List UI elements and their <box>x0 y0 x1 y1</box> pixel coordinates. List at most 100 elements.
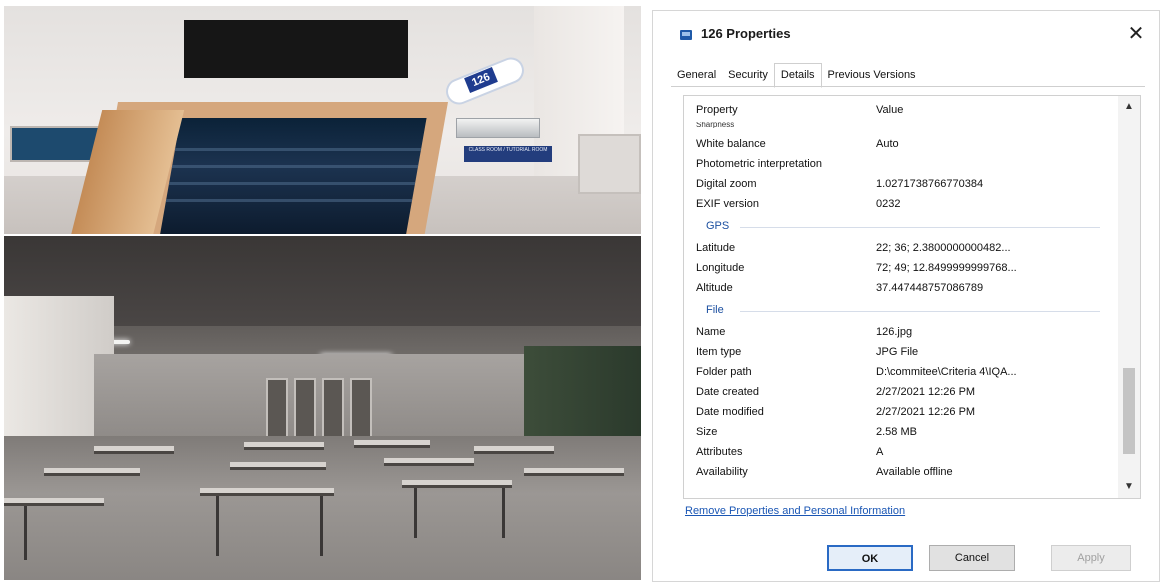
skylight <box>184 20 408 78</box>
property-name: Digital zoom <box>696 178 757 190</box>
property-value: A <box>876 446 884 458</box>
column-header-property[interactable]: Property <box>696 104 738 116</box>
tab-strip: General Security Details Previous Versio… <box>671 63 922 88</box>
property-name: EXIF version <box>696 198 759 210</box>
classroom-photo <box>4 236 641 580</box>
group-divider <box>740 227 1100 228</box>
desk <box>94 446 174 454</box>
property-name: Folder path <box>696 366 752 378</box>
property-value: 72; 49; 12.8499999999768... <box>876 262 1017 274</box>
property-name: Longitude <box>696 262 745 274</box>
property-name: Name <box>696 326 726 338</box>
nameplate-silver <box>456 118 540 138</box>
property-value: Available offline <box>876 466 953 478</box>
property-row[interactable]: Size 2.58 MB <box>696 426 1110 446</box>
desk <box>230 462 326 470</box>
property-value: 2.58 MB <box>876 426 917 438</box>
property-row[interactable]: Date created 2/27/2021 12:26 PM <box>696 386 1110 406</box>
property-name: Size <box>696 426 718 438</box>
apply-button[interactable]: Apply <box>1051 545 1131 571</box>
desk <box>4 498 104 506</box>
remove-properties-link[interactable]: Remove Properties and Personal Informati… <box>685 505 905 517</box>
wall-box <box>578 134 641 194</box>
desk-leg <box>216 496 219 556</box>
property-value: 1.0271738766770384 <box>876 178 984 190</box>
property-row[interactable]: Attributes A <box>696 446 1110 466</box>
group-header-gps: GPS <box>706 220 730 232</box>
property-name: White balance <box>696 138 766 150</box>
property-name: Date created <box>696 386 759 398</box>
desk-leg <box>320 496 323 556</box>
group-divider <box>740 311 1100 312</box>
desk <box>44 468 140 476</box>
vertical-scrollbar[interactable]: ▲ ▼ <box>1118 96 1140 498</box>
title-bar: 126 Properties ✕ <box>653 11 1159 57</box>
property-row[interactable]: Name 126.jpg <box>696 326 1110 346</box>
property-list[interactable]: Property Value Sharpness White balance A… <box>684 96 1114 498</box>
tab-details[interactable]: Details <box>773 63 822 88</box>
window <box>322 378 344 438</box>
entrance-photo: 126 CLASS ROOM / TUTORIAL ROOM <box>4 6 641 234</box>
property-name: Date modified <box>696 406 764 418</box>
desk-leg <box>24 506 27 560</box>
property-value: 2/27/2021 12:26 PM <box>876 406 976 418</box>
property-value: 126.jpg <box>876 326 913 338</box>
property-row[interactable]: Latitude 22; 36; 2.3800000000482... <box>696 242 1110 262</box>
property-row[interactable]: Digital zoom 1.0271738766770384 <box>696 178 1110 198</box>
details-panel: Property Value Sharpness White balance A… <box>683 95 1141 499</box>
tab-security[interactable]: Security <box>722 65 774 87</box>
column-header: Property Value <box>696 104 1110 124</box>
property-row[interactable]: Date modified 2/27/2021 12:26 PM <box>696 406 1110 426</box>
door-plate: CLASS ROOM / TUTORIAL ROOM <box>464 146 552 162</box>
property-value: D:\commitee\Criteria 4\IQA... <box>876 366 1017 378</box>
property-value: 0232 <box>876 198 901 210</box>
desk <box>524 468 624 476</box>
property-row[interactable]: Altitude 37.447448757086789 <box>696 282 1110 302</box>
window <box>294 378 316 438</box>
property-row[interactable]: EXIF version 0232 <box>696 198 1110 218</box>
property-name: Attributes <box>696 446 743 458</box>
property-name: Altitude <box>696 282 733 294</box>
property-value: 2/27/2021 12:26 PM <box>876 386 976 398</box>
desk <box>354 440 430 448</box>
desk <box>384 458 474 466</box>
close-button[interactable]: ✕ <box>1125 23 1147 45</box>
property-name: Availability <box>696 466 748 478</box>
property-name: Item type <box>696 346 742 358</box>
property-value: Auto <box>876 138 899 150</box>
desk-leg <box>502 488 505 538</box>
tab-previous-versions[interactable]: Previous Versions <box>821 65 922 87</box>
property-row[interactable]: White balance Auto <box>696 138 1110 158</box>
scroll-thumb[interactable] <box>1123 368 1135 454</box>
group-header-file: File <box>706 304 724 316</box>
desk <box>200 488 334 496</box>
property-value: JPG File <box>876 346 919 358</box>
property-row[interactable]: Photometric interpretation <box>696 158 1110 178</box>
property-value: 22; 36; 2.3800000000482... <box>876 242 1011 254</box>
clipped-row: Sharpness <box>696 122 735 128</box>
desk <box>244 442 324 450</box>
ok-button[interactable]: OK <box>827 545 913 571</box>
property-row[interactable]: Availability Available offline <box>696 466 1110 486</box>
property-row[interactable]: Folder path D:\commitee\Criteria 4\IQA..… <box>696 366 1110 386</box>
property-name: Photometric interpretation <box>696 158 822 170</box>
tab-general[interactable]: General <box>671 65 723 87</box>
window <box>350 378 372 438</box>
property-value: 37.447448757086789 <box>876 282 984 294</box>
scroll-up-icon[interactable]: ▲ <box>1122 100 1136 114</box>
window <box>266 378 288 438</box>
desk <box>474 446 554 454</box>
photo-collage: 126 CLASS ROOM / TUTORIAL ROOM <box>0 0 645 588</box>
scroll-down-icon[interactable]: ▼ <box>1122 480 1136 494</box>
doorway-interior <box>159 118 427 234</box>
desk-leg <box>414 488 417 538</box>
tab-divider <box>671 86 1145 87</box>
properties-dialog: 126 Properties ✕ General Security Detail… <box>652 10 1160 582</box>
property-name: Latitude <box>696 242 736 254</box>
column-header-value[interactable]: Value <box>876 104 903 116</box>
cancel-button[interactable]: Cancel <box>929 545 1015 571</box>
property-row[interactable]: Longitude 72; 49; 12.8499999999768... <box>696 262 1110 282</box>
dialog-title: 126 Properties <box>701 26 791 41</box>
desk <box>402 480 512 488</box>
property-row[interactable]: Item type JPG File <box>696 346 1110 366</box>
